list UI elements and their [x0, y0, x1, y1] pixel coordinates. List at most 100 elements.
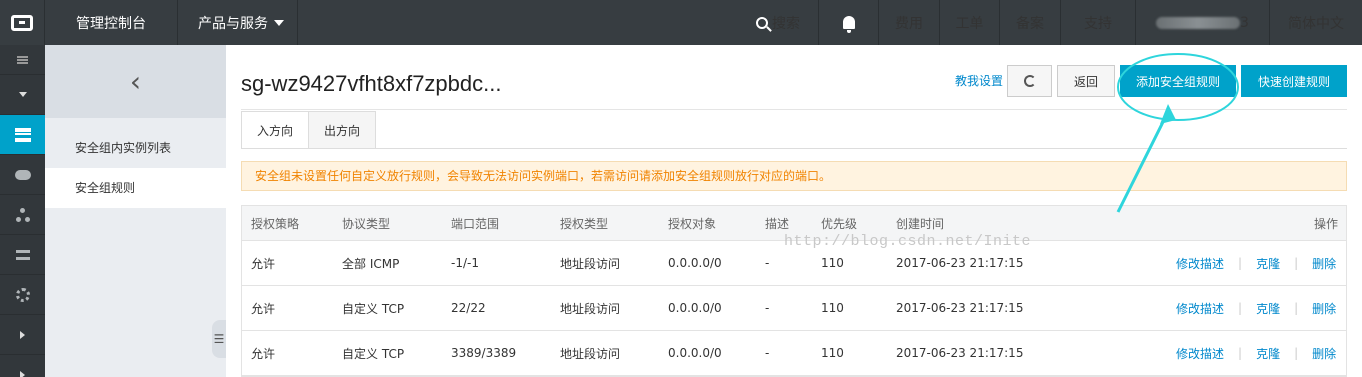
- policy-cell: 允许: [251, 256, 276, 271]
- billing-link[interactable]: 费用: [878, 0, 939, 45]
- avatar: [1156, 16, 1241, 29]
- list-icon: ☰: [213, 332, 225, 346]
- collapse-sidebar-handle[interactable]: ☰: [212, 320, 226, 358]
- sidebar-item-more[interactable]: [0, 315, 45, 355]
- page-title: sg-wz9427vfht8xf7zpbdc...: [241, 71, 502, 96]
- refresh-icon: [1023, 75, 1036, 87]
- priority-cell: 110: [821, 256, 844, 270]
- chevron-down-icon: [274, 19, 284, 26]
- caret-down-icon: [18, 92, 27, 97]
- help-link[interactable]: 教我设置: [955, 72, 1003, 89]
- back-chevron-icon[interactable]: ‹: [45, 45, 226, 118]
- user-account-menu[interactable]: 3: [1135, 0, 1269, 45]
- desc-cell: -: [765, 346, 770, 360]
- console-link[interactable]: 管理控制台: [45, 0, 178, 45]
- col-header: 描述: [765, 216, 790, 231]
- object-cell: 0.0.0.0/0: [668, 301, 722, 315]
- subnav-item-rules[interactable]: 安全组规则: [45, 168, 226, 208]
- protocol-cell: 自定义 TCP: [342, 346, 405, 361]
- port-cell: 22/22: [451, 301, 486, 315]
- tab-outbound[interactable]: 出方向: [308, 111, 377, 149]
- col-header: 协议类型: [342, 216, 391, 231]
- created-cell: 2017-06-23 21:17:15: [896, 256, 1024, 270]
- search-label: 搜索: [772, 15, 800, 32]
- port-cell: 3389/3389: [451, 346, 517, 360]
- refresh-button[interactable]: [1007, 65, 1052, 97]
- notifications-button[interactable]: [818, 0, 878, 45]
- watermark-text: http://blog.csdn.net/Inite: [784, 233, 1032, 250]
- policy-cell: 允许: [251, 301, 276, 316]
- port-cell: -1/-1: [451, 256, 479, 270]
- table-row: 允许 自定义 TCP 3389/3389 地址段访问 0.0.0.0/0 - 1…: [242, 331, 1346, 376]
- sidebar-item-storage[interactable]: [0, 235, 45, 275]
- home-logo-icon[interactable]: [0, 0, 45, 45]
- caret-right-icon: [20, 370, 25, 377]
- products-menu-label: 产品与服务: [198, 15, 268, 32]
- delete-link[interactable]: 删除: [1312, 255, 1336, 272]
- priority-cell: 110: [821, 301, 844, 315]
- table-row: 允许 自定义 TCP 22/22 地址段访问 0.0.0.0/0 - 110 2…: [242, 286, 1346, 331]
- sidebar-item-ecs[interactable]: [0, 115, 45, 155]
- desc-cell: -: [765, 256, 770, 270]
- language-switch[interactable]: 简体中文: [1269, 0, 1362, 45]
- auth-type-cell: 地址段访问: [560, 301, 621, 316]
- network-nodes-icon: [15, 207, 30, 222]
- sidebar-item-cloud[interactable]: [0, 155, 45, 195]
- bell-icon: [842, 16, 855, 33]
- direction-tabs: 入方向 出方向: [241, 111, 377, 149]
- clone-link[interactable]: 克隆: [1256, 255, 1280, 272]
- tab-divider: [241, 148, 1347, 149]
- tab-inbound[interactable]: 入方向: [241, 111, 310, 149]
- col-header: 端口范围: [451, 216, 500, 231]
- row-actions: 修改描述 | 克隆 | 删除: [1176, 300, 1337, 317]
- clone-link[interactable]: 克隆: [1256, 345, 1280, 362]
- edit-description-link[interactable]: 修改描述: [1176, 255, 1224, 272]
- created-cell: 2017-06-23 21:17:15: [896, 346, 1024, 360]
- col-header: 操作: [1313, 216, 1338, 231]
- main-content: sg-wz9427vfht8xf7zpbdc... 教我设置 返回 添加安全组规…: [226, 45, 1362, 377]
- col-header: 授权对象: [668, 216, 717, 231]
- search-button[interactable]: 搜索: [738, 0, 818, 45]
- object-cell: 0.0.0.0/0: [668, 256, 722, 270]
- expand-sidebar[interactable]: [0, 75, 45, 115]
- filing-link[interactable]: 备案: [999, 0, 1060, 45]
- caret-right-icon: [20, 330, 25, 339]
- warning-notice: 安全组未设置任何自定义放行规则，会导致无法访问实例端口，若需访问请添加安全组规则…: [241, 161, 1347, 191]
- delete-link[interactable]: 删除: [1312, 345, 1336, 362]
- priority-cell: 110: [821, 346, 844, 360]
- clone-link[interactable]: 克隆: [1256, 300, 1280, 317]
- product-icon-sidebar: [0, 45, 45, 377]
- subnav-item-instances[interactable]: 安全组内实例列表: [45, 128, 226, 168]
- server-icon: [14, 127, 31, 142]
- tickets-link[interactable]: 工单: [939, 0, 999, 45]
- auth-type-cell: 地址段访问: [560, 256, 621, 271]
- sidebar-item-settings[interactable]: [0, 275, 45, 315]
- delete-link[interactable]: 删除: [1312, 300, 1336, 317]
- menu-toggle[interactable]: [0, 45, 45, 75]
- back-button[interactable]: 返回: [1057, 65, 1115, 97]
- desc-cell: -: [765, 301, 770, 315]
- edit-description-link[interactable]: 修改描述: [1176, 300, 1224, 317]
- layers-icon: [15, 249, 30, 260]
- row-actions: 修改描述 | 克隆 | 删除: [1176, 255, 1337, 272]
- cloud-icon: [14, 169, 31, 180]
- sidebar-item-more-2[interactable]: [0, 355, 45, 377]
- col-header: 创建时间: [896, 216, 945, 231]
- secondary-sidebar: ‹ 安全组内实例列表 安全组规则: [45, 45, 226, 377]
- edit-description-link[interactable]: 修改描述: [1176, 345, 1224, 362]
- search-icon: [756, 16, 768, 29]
- sidebar-item-network[interactable]: [0, 195, 45, 235]
- gear-icon: [15, 287, 30, 302]
- hamburger-icon: [17, 55, 28, 64]
- quick-create-button[interactable]: 快速创建规则: [1241, 65, 1347, 97]
- col-header: 授权策略: [251, 216, 300, 231]
- policy-cell: 允许: [251, 346, 276, 361]
- row-actions: 修改描述 | 克隆 | 删除: [1176, 345, 1337, 362]
- products-menu[interactable]: 产品与服务: [178, 0, 298, 45]
- add-rule-button[interactable]: 添加安全组规则: [1120, 65, 1236, 97]
- auth-type-cell: 地址段访问: [560, 346, 621, 361]
- user-name-suffix: 3: [1240, 14, 1249, 31]
- support-link[interactable]: 支持: [1060, 0, 1135, 45]
- col-header: 优先级: [821, 216, 858, 231]
- rules-table: 授权策略 协议类型 端口范围 授权类型 授权对象 描述 优先级 创建时间 操作 …: [241, 205, 1347, 377]
